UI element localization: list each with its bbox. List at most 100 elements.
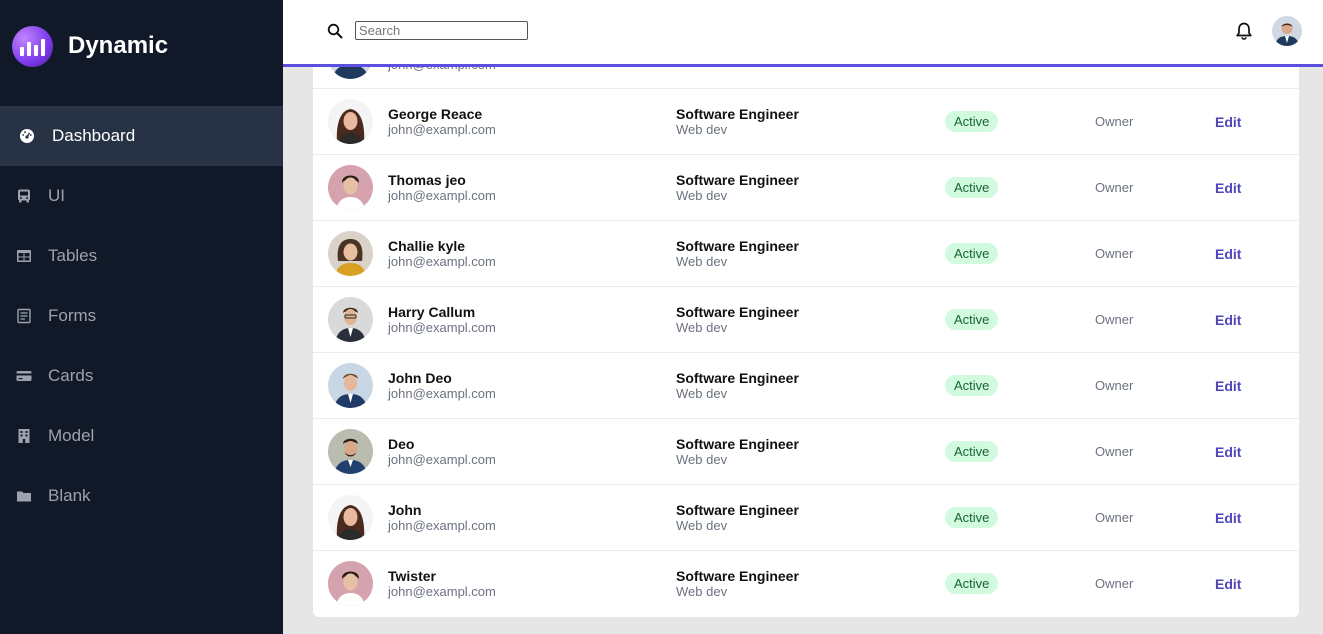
table-icon bbox=[16, 248, 32, 264]
user-role: Software Engineer bbox=[676, 436, 799, 452]
sidebar: Dynamic Dashboard UI Tables Forms Cards … bbox=[0, 0, 283, 634]
user-access: Owner bbox=[1095, 246, 1134, 261]
user-email: john@exampl.com bbox=[388, 254, 496, 269]
user-department: Web dev bbox=[676, 584, 728, 599]
form-icon bbox=[16, 308, 32, 324]
sidebar-item-label: Cards bbox=[48, 366, 94, 385]
edit-link[interactable]: Edit bbox=[1215, 114, 1241, 130]
avatar bbox=[328, 231, 373, 276]
user-role: Software Engineer bbox=[676, 502, 799, 518]
user-email: john@exampl.com bbox=[388, 452, 496, 467]
sidebar-item-label: Dashboard bbox=[52, 126, 136, 145]
user-access: Owner bbox=[1095, 312, 1134, 327]
avatar bbox=[328, 99, 373, 144]
status-badge: Active bbox=[945, 441, 999, 462]
table-row: Challie kyle john@exampl.com Software En… bbox=[313, 220, 1299, 286]
brand-name: Dynamic bbox=[68, 32, 169, 59]
bus-icon bbox=[16, 188, 32, 204]
user-department: Web dev bbox=[676, 386, 728, 401]
table-row: Thomas jeo john@exampl.com Software Engi… bbox=[313, 154, 1299, 220]
avatar bbox=[328, 429, 373, 474]
sidebar-item-model[interactable]: Model bbox=[0, 406, 283, 466]
sidebar-item-label: Forms bbox=[48, 306, 97, 325]
sidebar-item-cards[interactable]: Cards bbox=[0, 346, 283, 406]
user-role: Software Engineer bbox=[676, 172, 799, 188]
sidebar-item-label: Model bbox=[48, 426, 95, 445]
status-badge: Active bbox=[945, 177, 999, 198]
user-role: Software Engineer bbox=[676, 106, 799, 122]
sidebar-item-ui[interactable]: UI bbox=[0, 166, 283, 226]
avatar bbox=[328, 363, 373, 408]
users-table: john@exampl.com George Reace john@exampl… bbox=[313, 67, 1299, 617]
user-name: Harry Callum bbox=[388, 304, 476, 320]
table-row: Twister john@exampl.com Software Enginee… bbox=[313, 550, 1299, 616]
user-department: Web dev bbox=[676, 122, 728, 137]
user-email: john@exampl.com bbox=[388, 386, 496, 401]
status-badge: Active bbox=[945, 375, 999, 396]
edit-link[interactable]: Edit bbox=[1215, 246, 1241, 262]
user-access: Owner bbox=[1095, 444, 1134, 459]
user-role: Software Engineer bbox=[676, 238, 799, 254]
user-email: john@exampl.com bbox=[388, 122, 496, 137]
avatar bbox=[328, 495, 373, 540]
status-badge: Active bbox=[945, 507, 999, 528]
user-role: Software Engineer bbox=[676, 304, 799, 320]
user-access: Owner bbox=[1095, 114, 1134, 129]
table-row: John john@exampl.com Software Engineer W… bbox=[313, 484, 1299, 550]
status-badge: Active bbox=[945, 309, 999, 330]
sidebar-item-label: Tables bbox=[48, 246, 98, 265]
user-email: john@exampl.com bbox=[388, 188, 496, 203]
sidebar-item-blank[interactable]: Blank bbox=[0, 466, 283, 526]
sidebar-item-label: Blank bbox=[48, 486, 91, 505]
user-role: Software Engineer bbox=[676, 568, 799, 584]
top-bar bbox=[283, 0, 1323, 67]
user-name: Twister bbox=[388, 568, 436, 584]
user-email: john@exampl.com bbox=[388, 518, 496, 533]
status-badge: Active bbox=[945, 243, 999, 264]
sidebar-nav: Dashboard UI Tables Forms Cards Model Bl… bbox=[0, 106, 283, 526]
status-badge: Active bbox=[945, 111, 999, 132]
avatar bbox=[328, 67, 373, 79]
sidebar-item-dashboard[interactable]: Dashboard bbox=[0, 106, 283, 166]
brand[interactable]: Dynamic bbox=[0, 0, 283, 92]
user-name: John Deo bbox=[388, 370, 452, 386]
table-row: John Deo john@exampl.com Software Engine… bbox=[313, 352, 1299, 418]
user-email: john@exampl.com bbox=[388, 320, 496, 335]
user-role: Software Engineer bbox=[676, 370, 799, 386]
user-department: Web dev bbox=[676, 452, 728, 467]
user-name: John bbox=[388, 502, 422, 518]
edit-link[interactable]: Edit bbox=[1215, 576, 1241, 592]
user-name: Thomas jeo bbox=[388, 172, 466, 188]
user-department: Web dev bbox=[676, 188, 728, 203]
bell-icon[interactable] bbox=[1234, 21, 1254, 41]
table-row: Deo john@exampl.com Software Engineer We… bbox=[313, 418, 1299, 484]
avatar bbox=[328, 561, 373, 606]
user-name: Deo bbox=[388, 436, 415, 452]
sidebar-item-forms[interactable]: Forms bbox=[0, 286, 283, 346]
user-access: Owner bbox=[1095, 510, 1134, 525]
avatar bbox=[328, 165, 373, 210]
edit-link[interactable]: Edit bbox=[1215, 510, 1241, 526]
building-icon bbox=[16, 428, 32, 444]
table-row: George Reace john@exampl.com Software En… bbox=[313, 88, 1299, 154]
user-email: john@exampl.com bbox=[388, 67, 496, 72]
edit-link[interactable]: Edit bbox=[1215, 444, 1241, 460]
search-icon[interactable] bbox=[327, 23, 343, 39]
user-name: George Reace bbox=[388, 106, 483, 122]
brand-logo-icon bbox=[12, 25, 53, 67]
user-avatar[interactable] bbox=[1272, 16, 1302, 46]
user-department: Web dev bbox=[676, 320, 728, 335]
dashboard-icon bbox=[19, 128, 35, 144]
user-email: john@exampl.com bbox=[388, 584, 496, 599]
edit-link[interactable]: Edit bbox=[1215, 312, 1241, 328]
user-access: Owner bbox=[1095, 576, 1134, 591]
user-department: Web dev bbox=[676, 518, 728, 533]
edit-link[interactable]: Edit bbox=[1215, 180, 1241, 196]
status-badge: Active bbox=[945, 573, 999, 594]
edit-link[interactable]: Edit bbox=[1215, 378, 1241, 394]
table-row: Harry Callum john@exampl.com Software En… bbox=[313, 286, 1299, 352]
sidebar-item-tables[interactable]: Tables bbox=[0, 226, 283, 286]
user-access: Owner bbox=[1095, 378, 1134, 393]
card-icon bbox=[16, 368, 32, 384]
search-input[interactable] bbox=[355, 21, 528, 40]
